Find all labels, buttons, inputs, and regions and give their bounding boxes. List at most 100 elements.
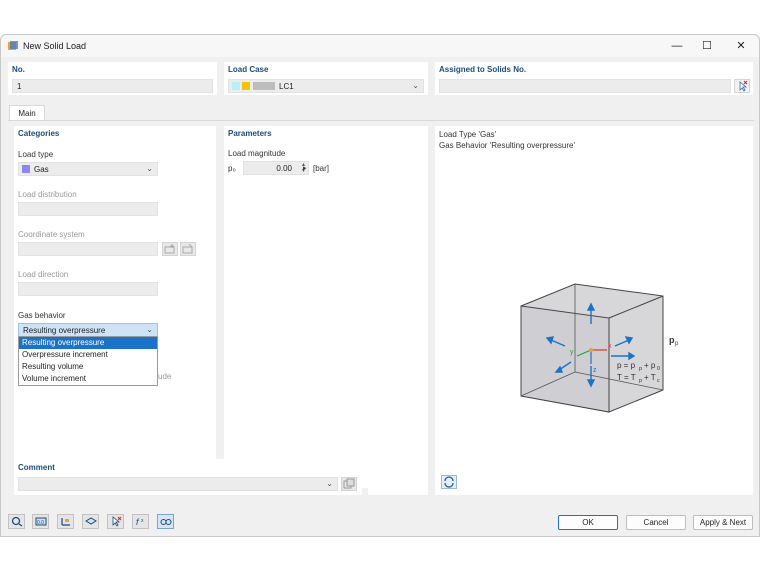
- load-direction-label: Load direction: [18, 270, 69, 279]
- app-icon: [8, 41, 18, 50]
- units-button[interactable]: 0.0: [32, 514, 49, 529]
- coordinates-icon: [61, 518, 70, 526]
- temperature-eq-sub-p: p: [639, 378, 642, 384]
- svg-text:x: x: [141, 518, 144, 524]
- load-magnitude-label: Load magnitude: [228, 149, 286, 158]
- temperature-eq-sub-c: c: [657, 378, 660, 384]
- tab-main[interactable]: Main: [9, 105, 45, 120]
- select-button[interactable]: [107, 514, 124, 529]
- new-coordinate-icon: [164, 244, 175, 254]
- search-icon: [11, 516, 23, 527]
- gas-behavior-value: Resulting overpressure: [23, 326, 106, 335]
- window-title: New Solid Load: [23, 41, 87, 51]
- view-button[interactable]: [82, 514, 99, 529]
- help-button[interactable]: [8, 514, 25, 529]
- play-icon[interactable]: ▸: [303, 164, 307, 172]
- apply-next-button[interactable]: Apply & Next: [693, 515, 753, 530]
- switch-view-button[interactable]: [441, 475, 457, 489]
- ok-button[interactable]: OK: [558, 515, 618, 530]
- unit-label: [bar]: [313, 164, 330, 173]
- load-case-panel: Load Case LC1 ⌄: [224, 62, 428, 95]
- comment-input[interactable]: ⌄: [18, 477, 338, 491]
- edit-coordinate-system-button[interactable]: [180, 242, 196, 256]
- categories-title: Categories: [18, 129, 60, 138]
- svg-text:0.0: 0.0: [37, 520, 44, 526]
- axis-x-label: x: [608, 343, 612, 350]
- gas-behavior-select[interactable]: Resulting overpressure ⌄: [18, 323, 158, 337]
- svg-text:f: f: [136, 517, 140, 527]
- axis-y-label: y: [570, 349, 574, 356]
- coordinate-system-label: Coordinate system: [18, 230, 85, 239]
- load-magnitude-value: 0.00: [276, 164, 292, 173]
- parameters-title: Parameters: [228, 129, 272, 138]
- dropdown-option[interactable]: Resulting volume: [19, 361, 157, 373]
- load-distribution-field: [18, 202, 158, 216]
- pressure-eq-sub-0: 0: [657, 366, 660, 372]
- pp-sub: p: [675, 341, 679, 347]
- chevron-down-icon: ⌄: [412, 81, 419, 90]
- chevron-down-icon: ⌄: [146, 325, 153, 334]
- dropdown-option[interactable]: Volume increment: [19, 373, 157, 385]
- comment-label: Comment: [18, 463, 55, 472]
- number-field[interactable]: 1: [12, 79, 213, 93]
- load-case-label: Load Case: [228, 65, 269, 74]
- lc-color-gray: [253, 82, 275, 90]
- pressure-eq-sub-p: p: [639, 366, 642, 372]
- cancel-button[interactable]: Cancel: [626, 515, 686, 530]
- comment-panel: Comment ⌄: [14, 459, 362, 495]
- units-icon: 0.0: [35, 517, 47, 526]
- cursor-icon: [112, 516, 122, 527]
- dialog-window: New Solid Load — ☐ ✕ No. 1 Load Case LC1…: [0, 34, 760, 537]
- temperature-equation: T = T: [617, 373, 636, 382]
- info-gas-behavior: Gas Behavior 'Resulting overpressure': [439, 141, 576, 150]
- tab-divider: [8, 120, 754, 121]
- p0-symbol: p₀: [228, 164, 236, 173]
- formula-icon: fx: [136, 517, 144, 527]
- new-coordinate-system-button[interactable]: [162, 242, 178, 256]
- temperature-eq-plus: + T: [644, 373, 656, 382]
- number-value: 1: [17, 82, 22, 91]
- comment-library-button[interactable]: [341, 477, 357, 491]
- edit-coordinate-icon: [182, 243, 193, 254]
- pressure-eq-plus: + p: [644, 361, 656, 370]
- number-label: No.: [12, 65, 25, 74]
- info-panel: Load Type 'Gas' Gas Behavior 'Resulting …: [435, 126, 753, 495]
- formula-button[interactable]: fx: [132, 514, 149, 529]
- copy-icon: [343, 478, 355, 489]
- assigned-solids-field[interactable]: [439, 79, 731, 93]
- load-case-select[interactable]: LC1 ⌄: [228, 79, 424, 93]
- pressure-equation: p = p: [617, 361, 636, 370]
- dropdown-option[interactable]: Overpressure increment: [19, 349, 157, 361]
- load-type-label: Load type: [18, 150, 54, 159]
- assigned-label: Assigned to Solids No.: [439, 65, 527, 74]
- load-distribution-label: Load distribution: [18, 190, 77, 199]
- refresh-icon: [444, 476, 454, 488]
- info-load-type: Load Type 'Gas': [439, 130, 497, 139]
- lc-color-yellow: [242, 82, 250, 90]
- load-type-select[interactable]: Gas ⌄: [18, 162, 158, 176]
- maximize-button[interactable]: ☐: [693, 38, 721, 54]
- lc-color-cyan: [232, 82, 240, 90]
- dropdown-option[interactable]: Resulting overpressure: [19, 337, 157, 349]
- minimize-button[interactable]: —: [663, 38, 691, 54]
- select-solids-button[interactable]: [734, 79, 750, 93]
- glasses-icon: [160, 519, 172, 525]
- coordinates-button[interactable]: [57, 514, 74, 529]
- gas-cube-diagram: x y z p p p = p p + p 0 T = T p + T c: [520, 283, 679, 413]
- number-panel: No. 1: [8, 62, 217, 95]
- comment-side-panel: [368, 459, 428, 495]
- load-type-value: Gas: [34, 165, 49, 174]
- pick-cursor-icon: [739, 80, 748, 92]
- axis-z-label: z: [593, 367, 597, 374]
- gas-behavior-dropdown: Resulting overpressure Overpressure incr…: [18, 336, 158, 386]
- view-icon: [85, 517, 97, 525]
- assigned-panel: Assigned to Solids No.: [435, 62, 753, 95]
- load-magnitude-input[interactable]: 0.00 ▴ ▾: [243, 161, 309, 175]
- coordinate-system-field: [18, 242, 158, 256]
- close-button[interactable]: ✕: [727, 38, 755, 54]
- display-button[interactable]: [157, 514, 174, 529]
- parameters-panel: Parameters Load magnitude p₀ 0.00 ▴ ▾ ▸ […: [224, 126, 428, 488]
- chevron-down-icon: ⌄: [146, 164, 153, 173]
- gas-behavior-label: Gas behavior: [18, 311, 66, 320]
- title-bar: New Solid Load — ☐ ✕: [1, 35, 759, 57]
